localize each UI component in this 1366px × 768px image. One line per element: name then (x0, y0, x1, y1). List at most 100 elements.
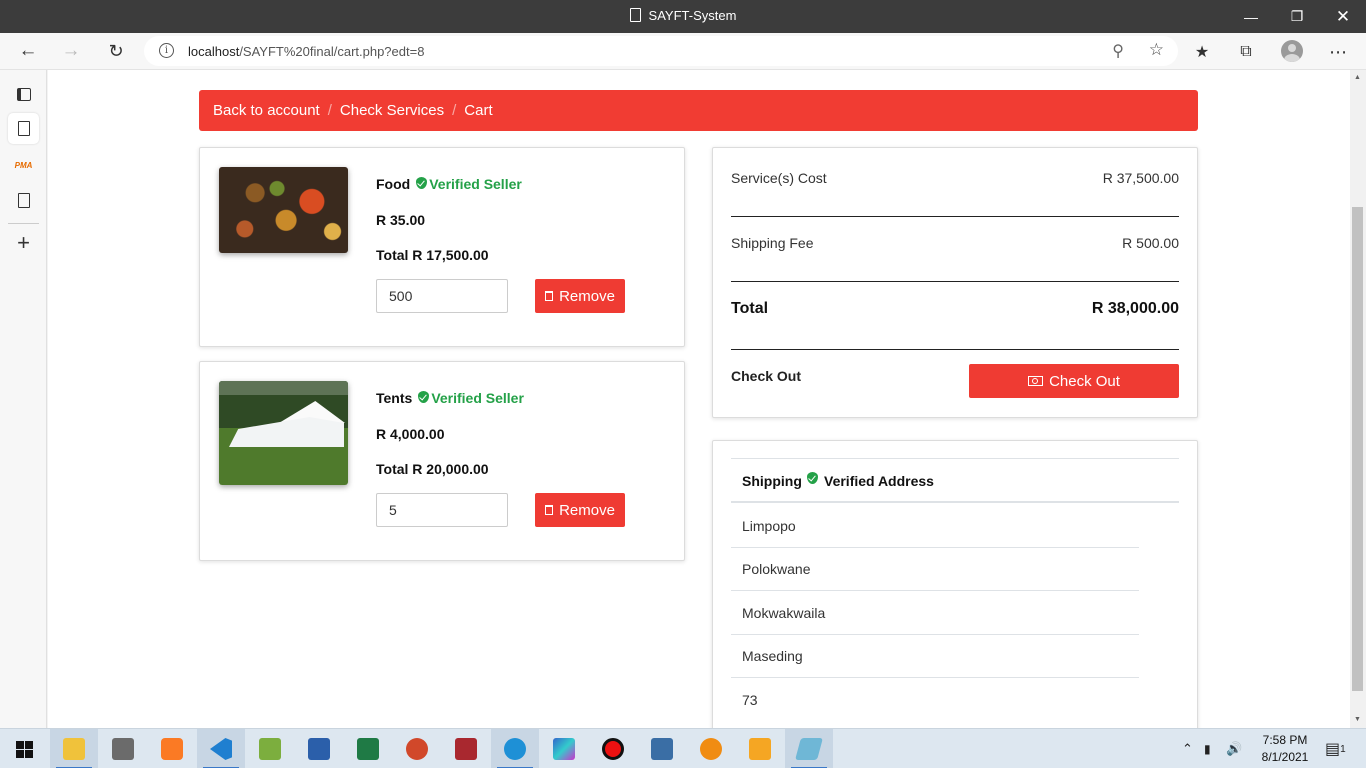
volume-icon[interactable]: 🔊 (1226, 729, 1242, 768)
item-total: Total R 17,500.00 (376, 247, 489, 263)
divider (731, 349, 1179, 350)
app-icon[interactable] (785, 729, 833, 768)
item-price: R 35.00 (376, 212, 426, 228)
notification-count: 1 (1340, 743, 1346, 755)
checkout-button[interactable]: Check Out (969, 364, 1179, 398)
back-button[interactable]: ← (13, 37, 43, 65)
new-tab-icon[interactable]: + (8, 227, 39, 258)
title-bar: SAYFT-System — ❐ ✕ (0, 0, 1366, 33)
powerpoint-icon[interactable] (393, 729, 441, 768)
verified-check-icon (416, 177, 428, 189)
add-favorite-icon[interactable]: ☆ (1149, 40, 1164, 60)
vscode-icon[interactable] (197, 729, 245, 768)
xampp-icon[interactable] (148, 729, 196, 768)
item-price: R 4,000.00 (376, 426, 445, 442)
edge-icon[interactable] (491, 729, 539, 768)
minimize-button[interactable]: — (1228, 0, 1274, 33)
more-menu-icon[interactable]: ⋯ (1323, 38, 1353, 66)
vertical-tabs-icon[interactable] (8, 79, 39, 110)
shipping-header: Shipping Verified Address (731, 458, 1179, 503)
refresh-button[interactable]: ↻ (101, 37, 131, 65)
profile-avatar[interactable] (1281, 40, 1303, 62)
verified-address-label: Verified Address (824, 473, 934, 489)
verified-check-icon (807, 472, 818, 484)
fl-studio-icon[interactable] (687, 729, 735, 768)
windows-logo-icon (15, 740, 33, 758)
favorites-icon[interactable]: ★ (1187, 38, 1217, 66)
trash-icon (545, 505, 554, 515)
shipping-city: Polokwane (731, 547, 1139, 591)
tent-image (219, 381, 348, 485)
service-cost-row: Service(s) Cost R 37,500.00 (731, 170, 1179, 186)
shipping-fee-value: R 500.00 (1122, 235, 1179, 251)
breadcrumb-separator: / (327, 102, 332, 119)
close-button[interactable]: ✕ (1320, 0, 1366, 33)
phpmyadmin-tab-icon[interactable]: PMA (8, 150, 39, 181)
battery-icon[interactable]: ▮ (1204, 729, 1211, 768)
item-title: Tents Verified Seller (376, 390, 524, 406)
zoom-icon[interactable]: ⚲ (1112, 41, 1124, 61)
tab-page-icon[interactable] (8, 113, 39, 144)
forward-button[interactable]: → (56, 37, 86, 65)
verified-seller-badge: Verified Seller (429, 176, 522, 192)
page-scrollbar[interactable]: ▲ ▼ (1350, 70, 1366, 728)
shipping-card: Shipping Verified Address Limpopo Polokw… (712, 440, 1198, 728)
access-icon[interactable] (442, 729, 490, 768)
shipping-village: Maseding (731, 634, 1139, 678)
shipping-label: Shipping (742, 473, 802, 489)
word-icon[interactable] (295, 729, 343, 768)
collections-icon[interactable]: ⧉ (1231, 38, 1261, 66)
total-row: Total R 38,000.00 (731, 300, 1179, 317)
excel-icon[interactable] (344, 729, 392, 768)
shipping-house-number: 73 (742, 692, 758, 708)
windows-taskbar: ⌃ ▮ 🔊 7:58 PM 8/1/2021 ▤ 1 (0, 728, 1366, 768)
total-value: R 38,000.00 (1091, 300, 1179, 317)
shipping-fee-row: Shipping Fee R 500.00 (731, 235, 1179, 251)
item-title: Food Verified Seller (376, 176, 522, 192)
system-clock[interactable]: 7:58 PM 8/1/2021 (1250, 732, 1320, 766)
media-player-icon[interactable] (736, 729, 784, 768)
quantity-input[interactable]: 5 (376, 493, 508, 527)
scroll-down-arrow-icon[interactable]: ▼ (1354, 716, 1361, 723)
start-button[interactable] (0, 729, 48, 768)
show-hidden-icons[interactable]: ⌃ (1182, 729, 1193, 768)
file-explorer-icon[interactable] (50, 729, 98, 768)
divider (731, 216, 1179, 217)
trash-icon (545, 291, 554, 301)
page-icon (629, 8, 641, 22)
verified-check-icon (418, 391, 430, 403)
chart-app-icon[interactable] (246, 729, 294, 768)
scroll-up-arrow-icon[interactable]: ▲ (1354, 74, 1361, 81)
remove-button[interactable]: Remove (535, 279, 625, 313)
cart-item-card: Tents Verified Seller R 4,000.00 Total R … (199, 361, 685, 561)
remove-button[interactable]: Remove (535, 493, 625, 527)
page-viewport: Back to account / Check Services / Cart … (48, 70, 1350, 728)
sidebar-divider (8, 223, 39, 224)
app-icon[interactable] (540, 729, 588, 768)
food-image (219, 167, 348, 253)
window-title: SAYFT-System (0, 8, 1366, 23)
breadcrumb-back-to-account[interactable]: Back to account (213, 102, 320, 119)
app-icon[interactable] (99, 729, 147, 768)
restore-button[interactable]: ❐ (1274, 0, 1320, 33)
service-cost-value: R 37,500.00 (1102, 170, 1179, 186)
address-bar[interactable]: i localhost/SAYFT%20final/cart.php?edt=8… (144, 36, 1178, 66)
quantity-input[interactable]: 500 (376, 279, 508, 313)
cart-item-card: Food Verified Seller R 35.00 Total R 17,5… (199, 147, 685, 347)
browser-sidebar: PMA + (0, 70, 47, 728)
browser-toolbar: ← → ↻ i localhost/SAYFT%20final/cart.php… (0, 33, 1366, 70)
app-icon[interactable] (638, 729, 686, 768)
item-total: Total R 20,000.00 (376, 461, 489, 477)
tab-page-icon[interactable] (8, 185, 39, 216)
shipping-area: Mokwakwaila (731, 591, 1139, 635)
site-info-icon[interactable]: i (159, 43, 174, 58)
scrollbar-thumb[interactable] (1352, 207, 1363, 691)
shipping-province: Limpopo (731, 504, 1139, 548)
money-icon (1028, 376, 1044, 386)
breadcrumb-check-services[interactable]: Check Services (340, 102, 444, 119)
divider (731, 281, 1179, 282)
screen-recorder-icon[interactable] (589, 729, 637, 768)
url-text: localhost/SAYFT%20final/cart.php?edt=8 (188, 44, 425, 59)
action-center-icon[interactable]: ▤ 1 (1325, 729, 1346, 768)
order-summary-card: Service(s) Cost R 37,500.00 Shipping Fee R… (712, 147, 1198, 418)
